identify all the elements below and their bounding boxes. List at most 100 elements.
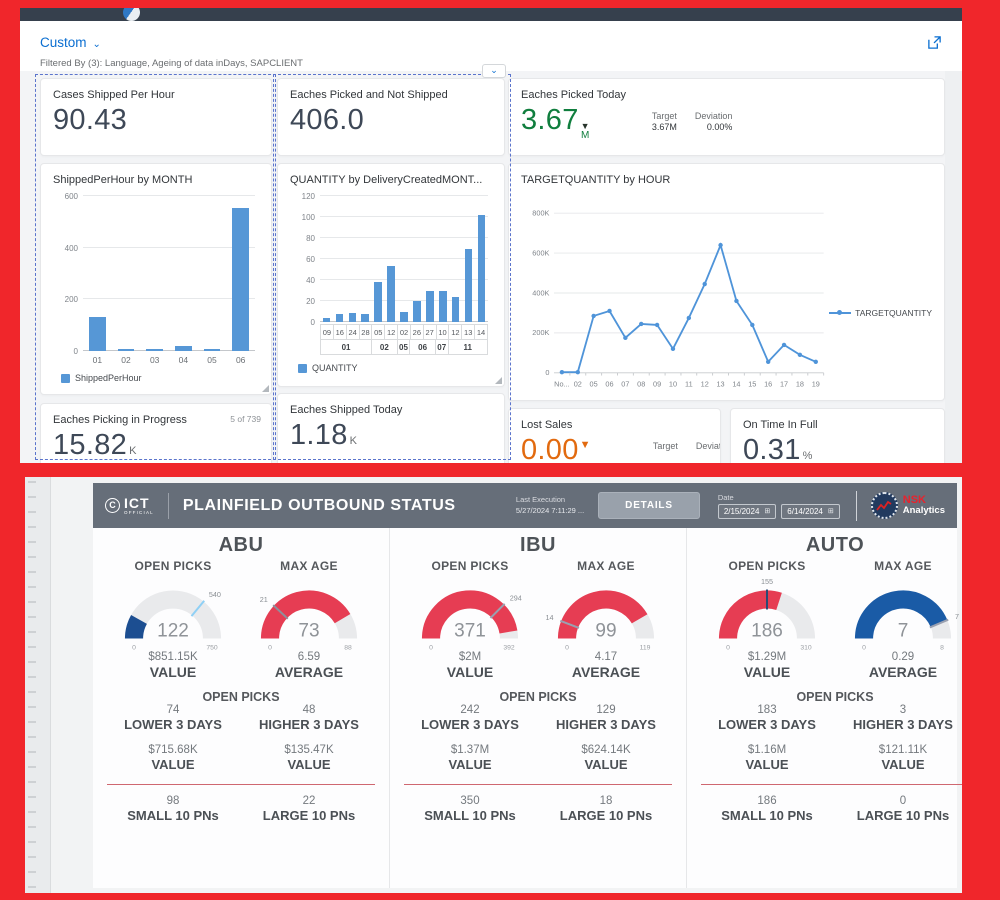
stat-large-pns: 22LARGE 10 PNs <box>241 795 377 823</box>
svg-text:19: 19 <box>812 380 820 389</box>
svg-text:05: 05 <box>590 380 598 389</box>
section-title: IBU <box>402 534 674 557</box>
gauge-sub-value: 6.59 <box>241 651 377 663</box>
svg-text:11: 11 <box>685 380 693 389</box>
kpi-target-block: Target Deviation <box>653 441 721 451</box>
max-age-gauge: 2173088 <box>241 575 377 653</box>
chart-tile-shippedperhour[interactable]: ShippedPerHour by MONTH 0200400600010203… <box>40 163 272 395</box>
section-divider <box>701 784 962 785</box>
header-divider <box>856 491 857 521</box>
svg-text:14: 14 <box>732 380 740 389</box>
kpi-tile-cases-shipped[interactable]: Cases Shipped Per Hour 90.43 <box>40 78 272 156</box>
stat-lower-value: $1.37MVALUE <box>402 744 538 772</box>
kpi-tile-picked-today[interactable]: Eaches Picked Today 3.67▼M Target Deviat… <box>508 78 945 156</box>
stat-large-pns: 0LARGE 10 PNs <box>835 795 962 823</box>
quantity-bar-chart: 0204060801001200916242805120226271012131… <box>290 196 492 355</box>
open-picks-gauge: 2943710392 <box>402 575 538 653</box>
section-title: AUTO <box>699 534 962 557</box>
svg-text:540: 540 <box>209 590 221 599</box>
widget-resize-handle[interactable] <box>262 385 269 392</box>
collapse-filter-button[interactable]: ⌄ <box>482 64 506 78</box>
kpi-title: Eaches Picked Today <box>521 89 932 101</box>
stat-small-pns: 98SMALL 10 PNs <box>105 795 241 823</box>
gauge-sub-label: VALUE <box>105 664 241 680</box>
copyright-circle-icon: C <box>105 498 120 513</box>
stat-lower-3-days: 242LOWER 3 DAYS <box>402 704 538 732</box>
sac-top-navbar <box>20 8 962 21</box>
svg-text:06: 06 <box>605 380 613 389</box>
svg-text:13: 13 <box>716 380 724 389</box>
stat-small-pns: 186SMALL 10 PNs <box>699 795 835 823</box>
kpi-value: 15.82K <box>53 430 259 460</box>
svg-text:99: 99 <box>595 621 616 642</box>
gauge-label: MAX AGE <box>835 559 962 573</box>
threshold-down-arrow-icon: ▼ <box>580 439 591 451</box>
kpi-tile-picking-in-progress[interactable]: 5 of 739 Eaches Picking in Progress 15.8… <box>40 403 272 463</box>
chart-title: QUANTITY by DeliveryCreatedMONT... <box>290 174 492 186</box>
svg-text:14: 14 <box>546 613 554 622</box>
chart-legend: ShippedPerHour <box>61 373 259 383</box>
details-button[interactable]: DETAILS <box>598 492 700 519</box>
section-abu: ABU OPEN PICKS MAX AGE 5401220750 217308… <box>93 528 390 888</box>
chart-tile-targetquantity[interactable]: TARGETQUANTITY by HOUR 0200K400K600K800K… <box>508 163 945 401</box>
date-filter-group: Date 2/15/2024⊞ 6/14/2024⊞ <box>718 493 840 519</box>
gauge-sub-value: 4.17 <box>538 651 674 663</box>
gauge-label: OPEN PICKS <box>105 559 241 573</box>
svg-text:08: 08 <box>637 380 645 389</box>
canvas-right-gutter <box>945 71 962 463</box>
analytics-logo-icon <box>871 492 898 519</box>
kpi-tile-on-time-in-full[interactable]: On Time In Full 0.31% <box>730 408 945 463</box>
gauge-sub-value: $2M <box>402 651 538 663</box>
svg-text:73: 73 <box>298 621 319 642</box>
gauge-sub-label: VALUE <box>402 664 538 680</box>
gauge-sub-value: $1.29M <box>699 651 835 663</box>
kpi-value: 0.31% <box>743 435 932 463</box>
share-icon[interactable] <box>927 35 942 50</box>
date-filter-label: Date <box>718 493 840 502</box>
max-age-gauge: 14990119 <box>538 575 674 653</box>
section-divider <box>404 784 672 785</box>
svg-text:0: 0 <box>545 368 549 377</box>
stat-higher-value: $121.11KVALUE <box>835 744 962 772</box>
kpi-title: Lost Sales <box>521 419 708 431</box>
svg-text:186: 186 <box>751 621 783 642</box>
section-divider <box>107 784 375 785</box>
svg-text:07: 07 <box>621 380 629 389</box>
plainfield-dashboard-panel: C ICT OFFICIAL PLAINFIELD OUTBOUND STATU… <box>25 477 962 893</box>
svg-text:18: 18 <box>796 380 804 389</box>
shippedperhour-bar-chart: 0200400600010203040506 <box>53 196 259 365</box>
svg-text:09: 09 <box>653 380 661 389</box>
open-picks-header: OPEN PICKS <box>105 690 377 704</box>
svg-text:7: 7 <box>898 621 909 642</box>
chart-tile-quantity[interactable]: QUANTITY by DeliveryCreatedMONT... 02040… <box>277 163 505 387</box>
stat-lower-3-days: 74LOWER 3 DAYS <box>105 704 241 732</box>
kpi-title: Cases Shipped Per Hour <box>53 89 259 101</box>
sac-dashboard-panel: Custom⌄ Filtered By (3): Language, Agein… <box>20 8 962 463</box>
open-picks-gauge: 5401220750 <box>105 575 241 653</box>
gauge-sub-value: 0.29 <box>835 651 962 663</box>
widget-resize-handle[interactable] <box>495 377 502 384</box>
kpi-tile-picked-not-shipped[interactable]: Eaches Picked and Not Shipped 406.0 <box>277 78 505 156</box>
stat-higher-3-days: 129HIGHER 3 DAYS <box>538 704 674 732</box>
stat-lower-3-days: 183LOWER 3 DAYS <box>699 704 835 732</box>
svg-text:17: 17 <box>780 380 788 389</box>
kpi-tile-shipped-today[interactable]: Eaches Shipped Today 1.18K <box>277 393 505 463</box>
kpi-tile-lost-sales[interactable]: Lost Sales 0.00▼ Target Deviation <box>508 408 721 463</box>
stat-small-pns: 350SMALL 10 PNs <box>402 795 538 823</box>
svg-text:200K: 200K <box>532 328 549 337</box>
ict-logo-text: ICT <box>124 496 154 510</box>
gauge-sub-label: AVERAGE <box>538 664 674 680</box>
open-picks-gauge: 1551860310 <box>699 575 835 653</box>
kpi-title: Eaches Picked and Not Shipped <box>290 89 492 101</box>
filter-bar-text: Filtered By (3): Language, Ageing of dat… <box>40 58 303 69</box>
kpi-title: Eaches Picking in Progress <box>53 414 259 426</box>
date-to-input[interactable]: 6/14/2024⊞ <box>781 504 839 519</box>
kpi-value: 90.43 <box>53 105 259 135</box>
svg-text:294: 294 <box>510 594 522 603</box>
kpi-title: On Time In Full <box>743 419 932 431</box>
kpi-value: 0.00▼ <box>521 435 591 463</box>
date-from-input[interactable]: 2/15/2024⊞ <box>718 504 776 519</box>
tab-custom[interactable]: Custom⌄ <box>40 35 101 50</box>
legend-line-icon <box>829 312 851 314</box>
ict-logo: C ICT OFFICIAL <box>105 496 154 516</box>
